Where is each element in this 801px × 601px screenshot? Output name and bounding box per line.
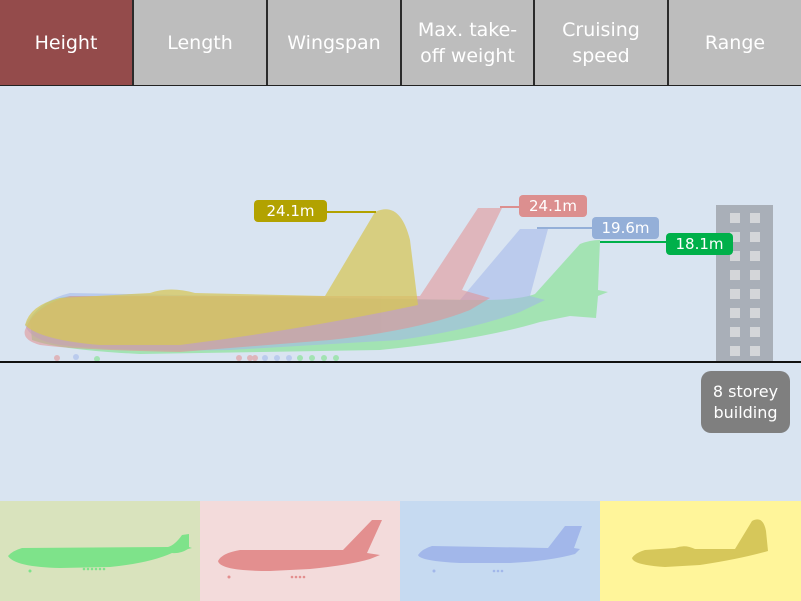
- building-window: [750, 327, 760, 337]
- blue-height-label: 19.6m: [592, 217, 659, 239]
- yellow-aircraft-icon: [632, 519, 768, 567]
- building-window: [750, 289, 760, 299]
- building-window: [730, 270, 740, 280]
- green-height-label: 18.1m: [666, 233, 733, 255]
- thumb-yellow-aircraft[interactable]: [600, 501, 801, 601]
- building-label: 8 storey building: [701, 371, 790, 433]
- blue-aircraft-icon: [418, 526, 582, 573]
- building-window: [750, 346, 760, 356]
- aircraft-selector: [0, 501, 801, 601]
- building-icon: [716, 205, 773, 362]
- red-aircraft-icon: [218, 520, 382, 579]
- red-height-label: 24.1m: [519, 195, 587, 217]
- ground-line: [0, 361, 801, 363]
- yellow-leader-line: [326, 211, 376, 213]
- building-window: [730, 327, 740, 337]
- building-window: [750, 270, 760, 280]
- blue-leader-line: [537, 227, 592, 229]
- thumb-blue-aircraft[interactable]: [400, 501, 600, 601]
- green-aircraft-icon: [8, 534, 192, 573]
- yellow-height-label: 24.1m: [254, 200, 327, 222]
- building-window: [750, 232, 760, 242]
- building-window: [750, 308, 760, 318]
- thumb-green-aircraft[interactable]: [0, 501, 200, 601]
- building-window: [730, 346, 740, 356]
- green-leader-line: [600, 241, 666, 243]
- building-window: [750, 251, 760, 261]
- building-window: [730, 308, 740, 318]
- building-window: [730, 289, 740, 299]
- thumb-red-aircraft[interactable]: [200, 501, 400, 601]
- building-window: [750, 213, 760, 223]
- red-leader-line: [500, 206, 520, 208]
- building-window: [730, 213, 740, 223]
